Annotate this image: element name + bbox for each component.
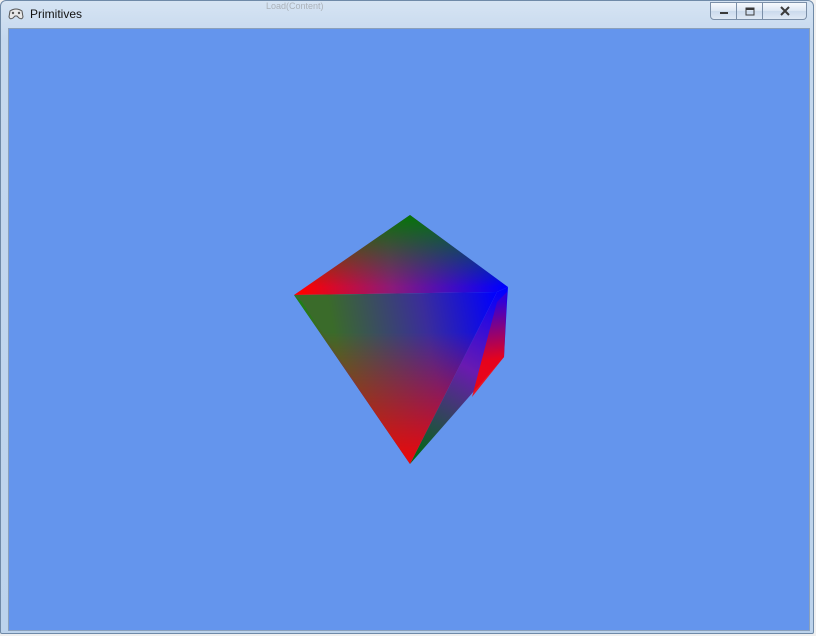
- title-bar[interactable]: Primitives Load(Content): [1, 1, 813, 27]
- close-button[interactable]: [763, 2, 807, 20]
- minimize-icon: [719, 12, 728, 14]
- window-title: Primitives: [30, 7, 83, 21]
- close-icon: [779, 6, 790, 16]
- octahedron-render: [294, 215, 508, 464]
- app-window: Primitives Load(Content): [0, 0, 814, 634]
- caption-buttons: [710, 2, 807, 20]
- minimize-button[interactable]: [710, 2, 737, 20]
- gamepad-icon: [8, 8, 24, 20]
- background-window-text: Load(Content): [266, 1, 324, 11]
- maximize-icon: [745, 7, 754, 15]
- octahedron-top-face-overlay: [294, 215, 508, 295]
- game-viewport[interactable]: [8, 28, 810, 631]
- maximize-button[interactable]: [737, 2, 763, 20]
